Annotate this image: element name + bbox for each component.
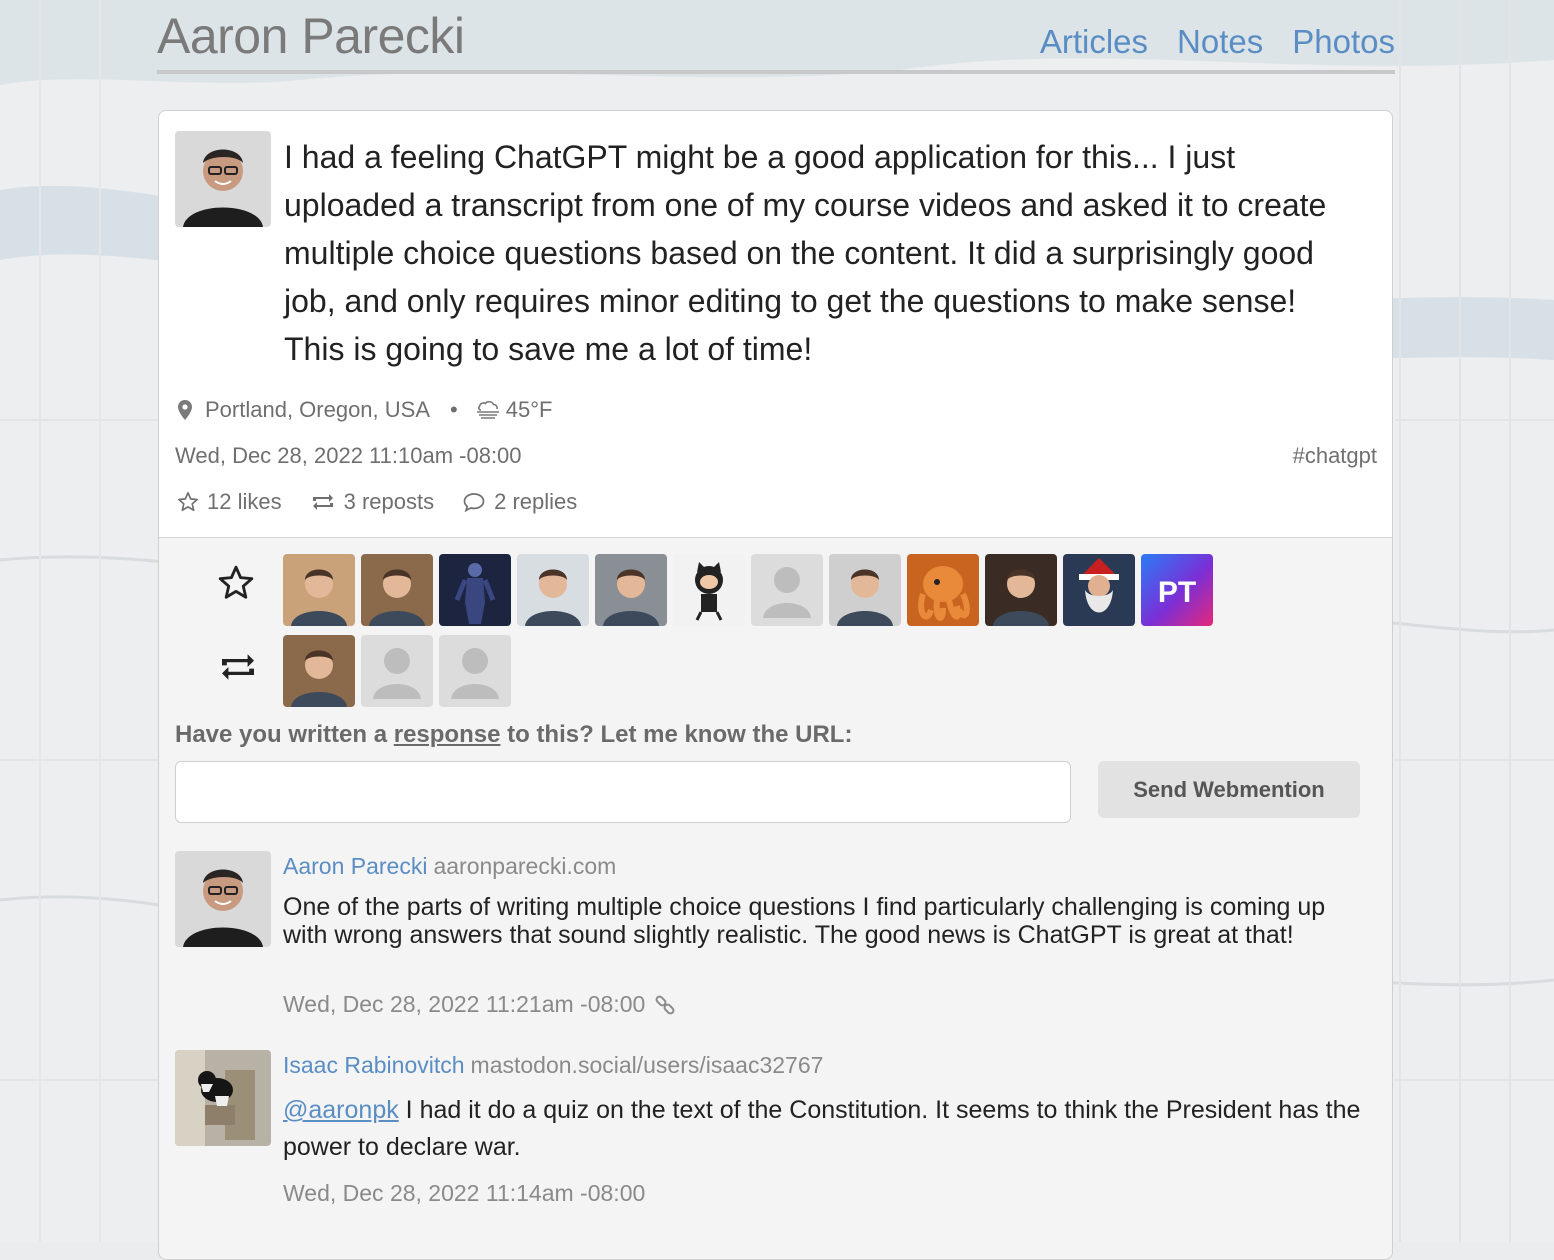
repost-icon xyxy=(312,494,333,510)
send-webmention-button[interactable]: Send Webmention xyxy=(1098,761,1360,818)
liker-avatar[interactable] xyxy=(829,554,901,626)
repost-icon xyxy=(222,654,254,680)
post-meta: Portland, Oregon, USA • 45°F xyxy=(177,397,552,423)
post-card: I had a feeling ChatGPT might be a good … xyxy=(158,110,1393,1260)
star-icon xyxy=(218,565,254,599)
post-date-row: Wed, Dec 28, 2022 11:10am -08:00 #chatgp… xyxy=(175,443,1377,469)
meta-separator: • xyxy=(450,397,458,422)
default-avatar-icon[interactable] xyxy=(751,554,823,626)
likes-facepile: PT xyxy=(159,554,1259,626)
liker-avatar[interactable] xyxy=(1063,554,1135,626)
reply-header: Aaron Parecki aaronparecki.com xyxy=(283,853,616,880)
post-content: I had a feeling ChatGPT might be a good … xyxy=(284,139,1327,367)
reply-item: Isaac Rabinovitch mastodon.social/users/i… xyxy=(175,1050,1375,1220)
reply-date-row: Wed, Dec 28, 2022 11:21am -08:00 xyxy=(283,991,677,1018)
liker-avatar[interactable] xyxy=(283,554,355,626)
post-date[interactable]: Wed, Dec 28, 2022 11:10am -08:00 xyxy=(175,443,522,468)
link-icon[interactable] xyxy=(653,993,677,1017)
liker-avatar[interactable] xyxy=(907,554,979,626)
default-avatar-icon[interactable] xyxy=(439,635,511,707)
default-avatar-icon[interactable] xyxy=(361,635,433,707)
reply-author-url[interactable]: mastodon.social/users/isaac32767 xyxy=(471,1052,824,1078)
response-link[interactable]: response xyxy=(394,721,501,748)
reposts-count[interactable]: 3 reposts xyxy=(310,489,434,515)
reposter-avatar[interactable] xyxy=(283,635,355,707)
svg-text:PT: PT xyxy=(1158,576,1196,609)
reply-date[interactable]: Wed, Dec 28, 2022 11:21am -08:00 xyxy=(283,991,645,1018)
reply-author-avatar[interactable] xyxy=(175,851,271,947)
post-weather: 45°F xyxy=(505,397,553,422)
site-header: Aaron Parecki Articles Notes Photos xyxy=(157,0,1395,74)
reply-date-row: Wed, Dec 28, 2022 11:14am -08:00 xyxy=(283,1180,645,1207)
fog-cloud-icon xyxy=(476,400,499,419)
response-counts: 12 likes 3 reposts 2 replies xyxy=(177,489,605,515)
liker-avatar[interactable] xyxy=(595,554,667,626)
likes-count[interactable]: 12 likes xyxy=(177,489,282,515)
reply-text: One of the parts of writing multiple cho… xyxy=(283,893,1326,949)
speech-bubble-icon xyxy=(463,493,485,513)
nav-photos[interactable]: Photos xyxy=(1292,20,1395,64)
reply-author-avatar[interactable] xyxy=(175,1050,271,1146)
reply-author-name[interactable]: Isaac Rabinovitch xyxy=(283,1052,465,1078)
liker-avatar[interactable] xyxy=(361,554,433,626)
post-location[interactable]: Portland, Oregon, USA xyxy=(205,397,430,423)
liker-avatar[interactable] xyxy=(673,554,745,626)
mention-link[interactable]: @aaronpk xyxy=(283,1096,399,1124)
liker-avatar[interactable] xyxy=(439,554,511,626)
reply-item: Aaron Parecki aaronparecki.com One of the… xyxy=(175,851,1375,1031)
reply-author-url[interactable]: aaronparecki.com xyxy=(433,853,616,879)
likes-avatars: PT xyxy=(283,554,1213,626)
author-avatar[interactable] xyxy=(175,131,271,227)
nav-articles[interactable]: Articles xyxy=(1040,20,1148,64)
reply-header: Isaac Rabinovitch mastodon.social/users/i… xyxy=(283,1052,823,1079)
site-title[interactable]: Aaron Parecki xyxy=(157,6,465,66)
webmention-url-input[interactable] xyxy=(175,761,1071,823)
reply-text: @aaronpk I had it do a quiz on the text … xyxy=(283,1096,1361,1161)
post-tag[interactable]: #chatgpt xyxy=(1293,443,1377,469)
main-nav: Articles Notes Photos xyxy=(1040,20,1395,64)
star-icon xyxy=(178,492,198,512)
replies-count[interactable]: 2 replies xyxy=(462,489,577,515)
location-pin-icon xyxy=(178,400,192,420)
reposts-avatars xyxy=(283,635,511,707)
liker-avatar[interactable]: PT xyxy=(1141,554,1213,626)
reply-date[interactable]: Wed, Dec 28, 2022 11:14am -08:00 xyxy=(283,1180,645,1207)
reposts-facepile xyxy=(159,635,1259,707)
post-main: I had a feeling ChatGPT might be a good … xyxy=(159,111,1392,538)
reply-author-name[interactable]: Aaron Parecki xyxy=(283,853,427,879)
liker-avatar[interactable] xyxy=(985,554,1057,626)
webmention-prompt: Have you written a response to this? Let… xyxy=(175,721,853,748)
liker-avatar[interactable] xyxy=(517,554,589,626)
nav-notes[interactable]: Notes xyxy=(1177,20,1263,64)
